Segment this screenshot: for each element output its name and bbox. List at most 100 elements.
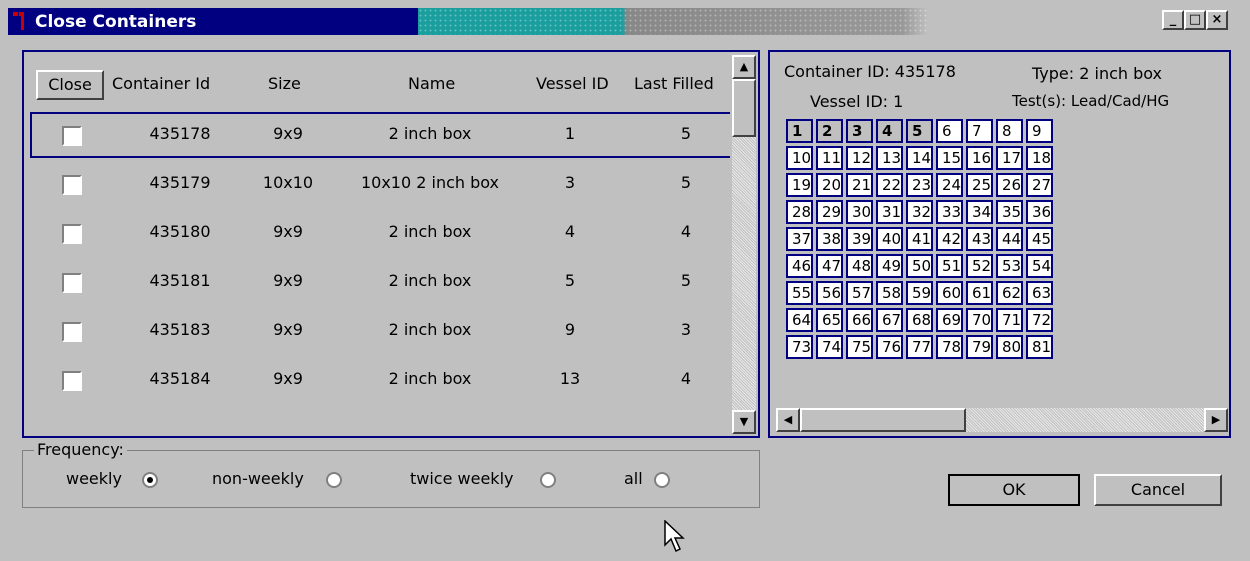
radio-all[interactable] — [654, 472, 670, 488]
grid-cell[interactable]: 63 — [1026, 281, 1053, 305]
grid-cell[interactable]: 50 — [906, 254, 933, 278]
row-close-checkbox[interactable] — [62, 273, 82, 293]
grid-cell[interactable]: 39 — [846, 227, 873, 251]
grid-cell[interactable]: 47 — [816, 254, 843, 278]
grid-cell[interactable]: 43 — [966, 227, 993, 251]
scroll-up-icon[interactable]: ▲ — [732, 55, 756, 79]
row-close-checkbox[interactable] — [62, 224, 82, 244]
grid-cell[interactable]: 53 — [996, 254, 1023, 278]
scroll-down-icon[interactable]: ▼ — [732, 410, 756, 434]
maximize-icon[interactable]: □ — [1184, 10, 1206, 30]
grid-cell[interactable]: 9 — [1026, 119, 1053, 143]
grid-cell[interactable]: 79 — [966, 335, 993, 359]
grid-cell[interactable]: 34 — [966, 200, 993, 224]
grid-cell[interactable]: 6 — [936, 119, 963, 143]
grid-cell[interactable]: 61 — [966, 281, 993, 305]
grid-cell[interactable]: 78 — [936, 335, 963, 359]
grid-cell[interactable]: 56 — [816, 281, 843, 305]
grid-cell[interactable]: 52 — [966, 254, 993, 278]
grid-cell[interactable]: 70 — [966, 308, 993, 332]
grid-cell[interactable]: 35 — [996, 200, 1023, 224]
grid-cell[interactable]: 46 — [786, 254, 813, 278]
grid-cell[interactable]: 36 — [1026, 200, 1053, 224]
grid-cell[interactable]: 72 — [1026, 308, 1053, 332]
grid-cell[interactable]: 66 — [846, 308, 873, 332]
grid-cell[interactable]: 55 — [786, 281, 813, 305]
row-close-checkbox[interactable] — [62, 322, 82, 342]
grid-cell[interactable]: 73 — [786, 335, 813, 359]
scroll-right-icon[interactable]: ▶ — [1204, 408, 1228, 432]
row-close-checkbox[interactable] — [62, 126, 82, 146]
grid-cell[interactable]: 62 — [996, 281, 1023, 305]
grid-cell[interactable]: 4 — [876, 119, 903, 143]
grid-cell[interactable]: 77 — [906, 335, 933, 359]
grid-cell[interactable]: 8 — [996, 119, 1023, 143]
grid-cell[interactable]: 57 — [846, 281, 873, 305]
grid-cell[interactable]: 42 — [936, 227, 963, 251]
grid-cell[interactable]: 16 — [966, 146, 993, 170]
grid-cell[interactable]: 67 — [876, 308, 903, 332]
grid-cell[interactable]: 32 — [906, 200, 933, 224]
grid-cell[interactable]: 41 — [906, 227, 933, 251]
grid-cell[interactable]: 38 — [816, 227, 843, 251]
grid-cell[interactable]: 51 — [936, 254, 963, 278]
grid-cell[interactable]: 80 — [996, 335, 1023, 359]
grid-cell[interactable]: 40 — [876, 227, 903, 251]
grid-cell[interactable]: 15 — [936, 146, 963, 170]
grid-cell[interactable]: 10 — [786, 146, 813, 170]
grid-cell[interactable]: 23 — [906, 173, 933, 197]
grid-cell[interactable]: 22 — [876, 173, 903, 197]
ok-button[interactable]: OK — [948, 474, 1080, 506]
grid-cell[interactable]: 54 — [1026, 254, 1053, 278]
row-close-checkbox[interactable] — [62, 175, 82, 195]
grid-cell[interactable]: 1 — [786, 119, 813, 143]
cancel-button[interactable]: Cancel — [1094, 474, 1222, 506]
horizontal-scroll-thumb[interactable] — [800, 408, 966, 432]
grid-cell[interactable]: 60 — [936, 281, 963, 305]
grid-cell[interactable]: 37 — [786, 227, 813, 251]
grid-cell[interactable]: 31 — [876, 200, 903, 224]
grid-cell[interactable]: 26 — [996, 173, 1023, 197]
grid-cell[interactable]: 49 — [876, 254, 903, 278]
grid-cell[interactable]: 68 — [906, 308, 933, 332]
grid-cell[interactable]: 64 — [786, 308, 813, 332]
grid-cell[interactable]: 21 — [846, 173, 873, 197]
grid-cell[interactable]: 25 — [966, 173, 993, 197]
grid-cell[interactable]: 7 — [966, 119, 993, 143]
grid-cell[interactable]: 2 — [816, 119, 843, 143]
grid-cell[interactable]: 71 — [996, 308, 1023, 332]
row-close-checkbox[interactable] — [62, 371, 82, 391]
grid-cell[interactable]: 20 — [816, 173, 843, 197]
grid-cell[interactable]: 27 — [1026, 173, 1053, 197]
grid-cell[interactable]: 75 — [846, 335, 873, 359]
grid-cell[interactable]: 3 — [846, 119, 873, 143]
vertical-scroll-thumb[interactable] — [732, 79, 756, 137]
grid-cell[interactable]: 28 — [786, 200, 813, 224]
grid-cell[interactable]: 29 — [816, 200, 843, 224]
grid-cell[interactable]: 17 — [996, 146, 1023, 170]
scroll-left-icon[interactable]: ◀ — [776, 408, 800, 432]
grid-cell[interactable]: 24 — [936, 173, 963, 197]
close-column-button[interactable]: Close — [36, 70, 104, 100]
grid-cell[interactable]: 48 — [846, 254, 873, 278]
grid-cell[interactable]: 14 — [906, 146, 933, 170]
radio-non-weekly[interactable] — [326, 472, 342, 488]
grid-cell[interactable]: 45 — [1026, 227, 1053, 251]
grid-cell[interactable]: 44 — [996, 227, 1023, 251]
grid-cell[interactable]: 18 — [1026, 146, 1053, 170]
grid-cell[interactable]: 33 — [936, 200, 963, 224]
grid-cell[interactable]: 59 — [906, 281, 933, 305]
grid-cell[interactable]: 13 — [876, 146, 903, 170]
grid-cell[interactable]: 76 — [876, 335, 903, 359]
grid-cell[interactable]: 12 — [846, 146, 873, 170]
grid-cell[interactable]: 58 — [876, 281, 903, 305]
radio-twice-weekly[interactable] — [540, 472, 556, 488]
grid-cell[interactable]: 74 — [816, 335, 843, 359]
grid-cell[interactable]: 69 — [936, 308, 963, 332]
grid-cell[interactable]: 65 — [816, 308, 843, 332]
close-window-icon[interactable]: × — [1206, 10, 1228, 30]
grid-cell[interactable]: 19 — [786, 173, 813, 197]
grid-cell[interactable]: 81 — [1026, 335, 1053, 359]
radio-weekly[interactable] — [142, 472, 158, 488]
grid-cell[interactable]: 30 — [846, 200, 873, 224]
